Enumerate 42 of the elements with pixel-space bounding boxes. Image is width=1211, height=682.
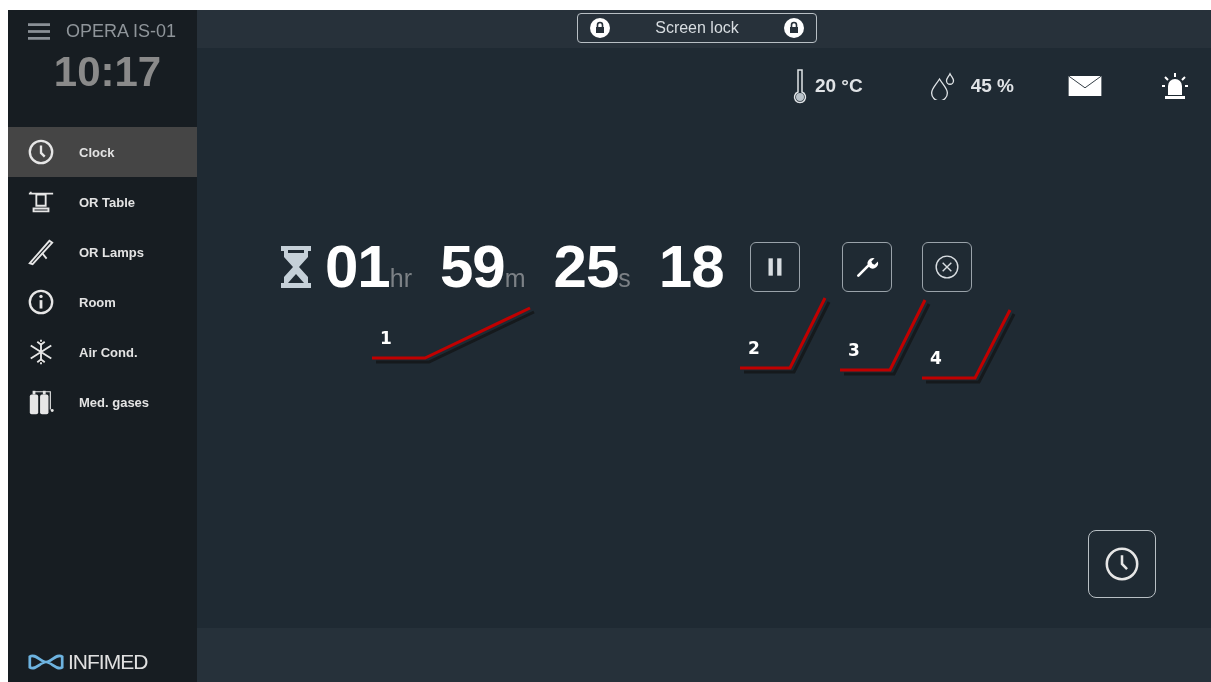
timer-unit: hr <box>389 264 412 293</box>
menu-icon[interactable] <box>28 23 50 40</box>
callout-number: 3 <box>848 340 860 360</box>
clock-button[interactable] <box>1088 530 1156 598</box>
brand-name: INFIMED <box>68 650 148 674</box>
info-icon <box>27 288 55 316</box>
humidity-reading: 45 % <box>970 75 1014 97</box>
sidebar-item[interactable]: OR Table <box>8 177 197 227</box>
callout-number: 2 <box>748 338 760 358</box>
sidebar-item[interactable]: Air Cond. <box>8 327 197 377</box>
temperature-reading: 20 °C <box>814 75 863 97</box>
timer-digits: 59 <box>440 232 505 301</box>
close-icon <box>933 253 960 280</box>
lock-icon <box>784 18 804 38</box>
lamp-arm-icon <box>27 238 55 266</box>
screen-lock-button[interactable]: Screen lock <box>577 13 817 43</box>
mail-icon[interactable] <box>1068 76 1102 96</box>
sidebar-item[interactable]: OR Lamps <box>8 227 197 277</box>
timer-unit: m <box>504 264 526 293</box>
callout-number: 4 <box>930 348 942 368</box>
pause-button[interactable] <box>749 241 800 292</box>
logo-icon <box>28 653 64 671</box>
device-name: OPERA IS-01 <box>66 21 177 42</box>
clock-icon <box>27 138 55 166</box>
timer-digits: 25 <box>553 232 619 301</box>
gas-cylinders-icon <box>27 388 55 416</box>
callout-number: 1 <box>380 328 392 348</box>
sidebar-item[interactable]: Med. gases <box>8 377 197 427</box>
hourglass-icon <box>281 245 311 288</box>
sidebar-item[interactable]: Clock <box>8 127 197 177</box>
timer-digits: 18 <box>658 232 724 301</box>
timer-unit: s <box>618 264 631 293</box>
clock-icon <box>1103 545 1141 583</box>
lock-icon <box>590 18 610 38</box>
water-drops-icon <box>928 72 957 100</box>
cancel-button[interactable] <box>921 241 972 292</box>
current-time: 10:17 <box>52 48 163 96</box>
sidebar-item[interactable]: Room <box>8 277 197 327</box>
timer-digits: 01 <box>325 232 390 301</box>
alarm-light-icon[interactable] <box>1161 72 1189 100</box>
thermometer-icon <box>792 68 807 104</box>
wrench-button[interactable] <box>841 241 892 292</box>
